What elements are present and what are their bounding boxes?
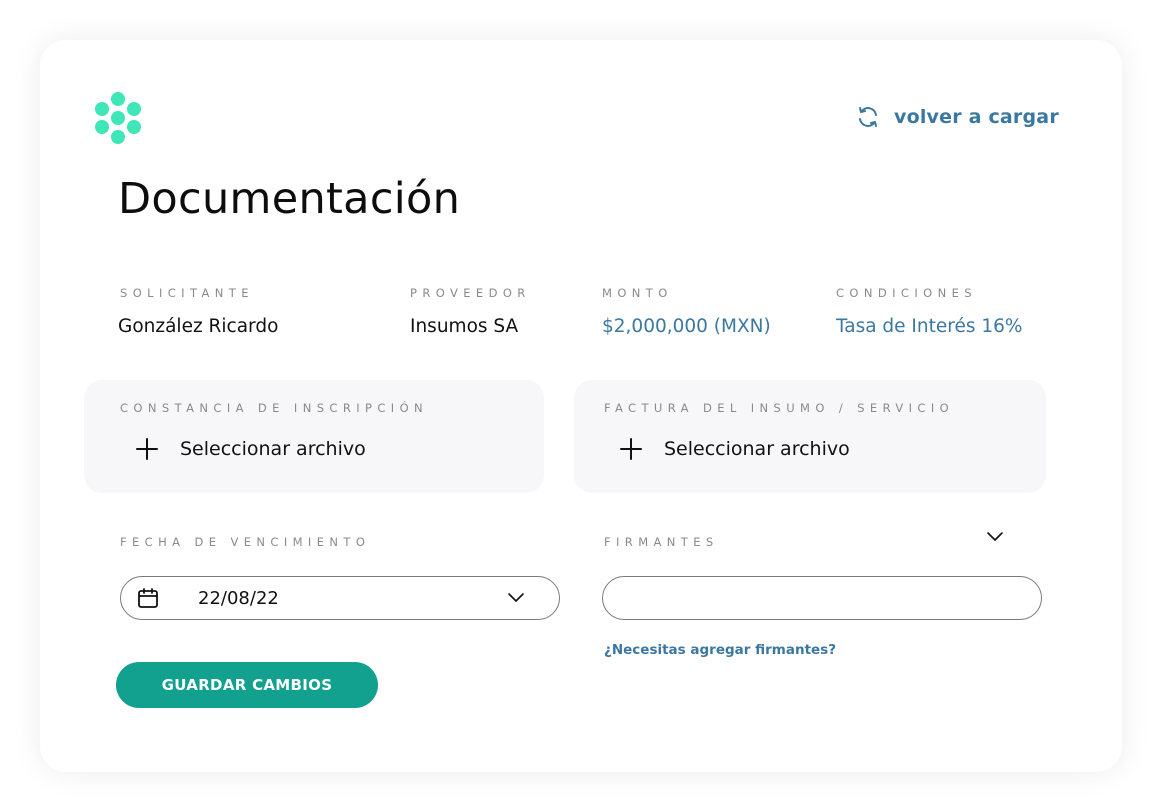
monto-value: $2,000,000 (MXN): [602, 316, 771, 337]
save-button[interactable]: GUARDAR CAMBIOS: [116, 662, 378, 708]
condiciones-label: CONDICIONES: [836, 286, 977, 300]
plus-icon: [136, 438, 158, 460]
proveedor-label: PROVEEDOR: [410, 286, 531, 300]
chevron-down-icon: [508, 593, 524, 602]
factura-select-file-label: Seleccionar archivo: [664, 438, 850, 460]
solicitante-label: SOLICITANTE: [120, 286, 254, 300]
fecha-label: FECHA DE VENCIMIENTO: [120, 535, 371, 549]
reload-button[interactable]: volver a cargar: [856, 103, 1059, 131]
fecha-value: 22/08/22: [198, 588, 279, 609]
constancia-upload: CONSTANCIA DE INSCRIPCIÓN Seleccionar ar…: [84, 380, 544, 493]
dots-flower-logo-icon: [95, 92, 141, 144]
firmantes-label: FIRMANTES: [604, 535, 719, 549]
add-firmantes-link[interactable]: ¿Necesitas agregar firmantes?: [604, 642, 836, 658]
refresh-icon: [859, 107, 877, 127]
solicitante-value: González Ricardo: [118, 316, 279, 337]
constancia-label: CONSTANCIA DE INSCRIPCIÓN: [120, 401, 429, 415]
calendar-icon: [138, 588, 158, 608]
fecha-vencimiento-select[interactable]: 22/08/22: [120, 576, 560, 620]
factura-label: FACTURA DEL INSUMO / SERVICIO: [604, 401, 955, 415]
condiciones-value: Tasa de Interés 16%: [836, 316, 1023, 337]
proveedor-value: Insumos SA: [410, 316, 519, 337]
page-title: Documentación: [118, 174, 461, 224]
factura-upload: FACTURA DEL INSUMO / SERVICIO Selecciona…: [574, 380, 1046, 493]
plus-icon: [620, 438, 642, 460]
documentation-card: volver a cargar Documentación SOLICITANT…: [40, 40, 1122, 772]
reload-label: volver a cargar: [894, 106, 1059, 128]
firmantes-input[interactable]: [602, 576, 1042, 620]
chevron-down-icon[interactable]: [986, 530, 1004, 542]
constancia-select-file-button[interactable]: Seleccionar archivo: [136, 438, 366, 460]
constancia-select-file-label: Seleccionar archivo: [180, 438, 366, 460]
monto-label: MONTO: [602, 286, 673, 300]
factura-select-file-button[interactable]: Seleccionar archivo: [620, 438, 850, 460]
